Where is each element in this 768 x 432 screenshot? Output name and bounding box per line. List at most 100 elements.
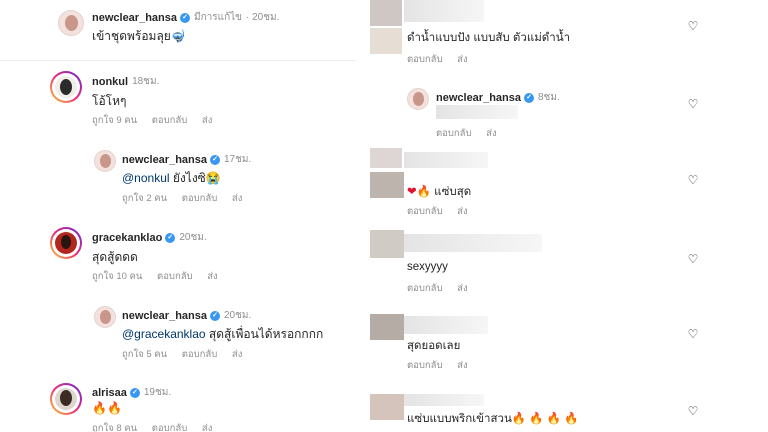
send-button[interactable]: ส่ง bbox=[202, 423, 212, 432]
comment-text: สุดยอดเลย bbox=[407, 340, 461, 352]
fire-emoji: 🔥 🔥 🔥 🔥 bbox=[511, 413, 579, 425]
heart-emoji: ❤ bbox=[407, 186, 417, 198]
reply-button[interactable]: ตอบกลับ bbox=[152, 423, 188, 432]
avatar[interactable] bbox=[94, 306, 116, 328]
edited-label: มีการแก้ไข bbox=[194, 12, 242, 23]
comment-time: 17ชม. bbox=[224, 154, 252, 165]
send-button[interactable]: ส่ง bbox=[232, 193, 242, 204]
blurred-username bbox=[404, 234, 542, 252]
blurred-avatar bbox=[370, 148, 402, 168]
comment-username[interactable]: newclear_hansa bbox=[122, 154, 207, 166]
send-button[interactable]: ส่ง bbox=[207, 271, 217, 282]
reply-item: newclear_hansa ✓ 20ชม. @gracekanklao สุด… bbox=[0, 296, 356, 366]
blurred-avatar bbox=[370, 0, 402, 26]
comment-text: สุดสู้ดดด bbox=[92, 250, 138, 264]
mention-link[interactable]: @nonkul bbox=[122, 171, 170, 185]
left-comments-panel: newclear_hansa ✓ มีการแก้ไข · 20ชม. เข้า… bbox=[0, 0, 362, 432]
comment-text: 🔥🔥 bbox=[92, 401, 122, 415]
comment-username[interactable]: newclear_hansa bbox=[92, 12, 177, 24]
avatar[interactable] bbox=[50, 71, 82, 103]
heart-outline-icon[interactable]: ♡ bbox=[686, 97, 700, 111]
heart-outline-icon[interactable]: ♡ bbox=[686, 327, 700, 341]
verified-badge-icon: ✓ bbox=[210, 310, 220, 321]
like-count[interactable]: ถูกใจ 10 คน bbox=[92, 271, 142, 282]
like-count[interactable]: ถูกใจ 9 คน bbox=[92, 115, 137, 126]
comment-item: สุดยอดเลย ตอบกลับ ส่ง ♡ bbox=[362, 306, 768, 378]
send-button[interactable]: ส่ง bbox=[457, 283, 467, 294]
like-count[interactable]: ถูกใจ 5 คน bbox=[122, 349, 167, 360]
comment-text: ดำน้ำแบบปัง แบบสับ ตัวแม่ดำน้ำ bbox=[407, 32, 571, 44]
verified-badge-icon: ✓ bbox=[129, 387, 140, 398]
heart-outline-icon[interactable]: ♡ bbox=[686, 19, 700, 33]
reply-button[interactable]: ตอบกลับ bbox=[182, 349, 218, 360]
comment-item: nonkul 18ชม. โอ้โหๆ ถูกใจ 9 คน ตอบกลับ ส… bbox=[0, 62, 356, 132]
reply-item: newclear_hansa ✓ 8ชม. ตอบกลับ ส่ง ♡ bbox=[362, 78, 768, 146]
verified-badge-icon: ✓ bbox=[165, 232, 176, 243]
comment-username[interactable]: alrisaa bbox=[92, 387, 127, 399]
reply-button[interactable]: ตอบกลับ bbox=[407, 206, 443, 217]
fire-emoji: 🔥 bbox=[416, 186, 431, 198]
send-button[interactable]: ส่ง bbox=[202, 115, 212, 126]
comment-username[interactable]: newclear_hansa bbox=[436, 92, 521, 104]
comment-item: alrisaa ✓ 19ชม. 🔥🔥 ถูกใจ 8 คน ตอบกลับ ส่… bbox=[0, 374, 356, 432]
comment-item: ดำน้ำแบบปัง แบบสับ ตัวแม่ดำน้ำ ตอบกลับ ส… bbox=[362, 0, 768, 72]
comment-item: ❤🔥 แซ่บสุด ตอบกลับ ส่ง ♡ bbox=[362, 146, 768, 222]
like-count[interactable]: ถูกใจ 8 คน bbox=[92, 423, 137, 432]
blurred-username bbox=[404, 0, 484, 22]
right-comments-panel: ดำน้ำแบบปัง แบบสับ ตัวแม่ดำน้ำ ตอบกลับ ส… bbox=[362, 0, 768, 432]
comment-text: sexyyyy bbox=[407, 261, 448, 273]
send-button[interactable]: ส่ง bbox=[457, 360, 467, 371]
blurred-username bbox=[404, 394, 484, 406]
avatar[interactable] bbox=[58, 10, 84, 36]
reply-button[interactable]: ตอบกลับ bbox=[157, 271, 193, 282]
blurred-avatar bbox=[370, 314, 404, 340]
comment-time: 20ชม. bbox=[179, 232, 207, 243]
comment-time: 8ชม. bbox=[538, 92, 560, 103]
comment-time: 19ชม. bbox=[143, 387, 172, 398]
comment-item: แซ่บแบบพริกเข้าสวน🔥 🔥 🔥 🔥 ♡ bbox=[362, 380, 768, 432]
avatar[interactable] bbox=[407, 88, 429, 110]
send-button[interactable]: ส่ง bbox=[457, 206, 467, 217]
avatar[interactable] bbox=[50, 227, 82, 259]
comment-text: ❤🔥 แซ่บสุด bbox=[407, 186, 472, 198]
blurred-username bbox=[404, 152, 488, 168]
reply-button[interactable]: ตอบกลับ bbox=[407, 283, 443, 294]
reply-button[interactable]: ตอบกลับ bbox=[436, 128, 472, 139]
heart-outline-icon[interactable]: ♡ bbox=[686, 252, 700, 266]
verified-badge-icon: ✓ bbox=[180, 12, 190, 23]
send-button[interactable]: ส่ง bbox=[232, 349, 242, 360]
comment-username[interactable]: gracekanklao bbox=[92, 232, 162, 244]
avatar[interactable] bbox=[94, 150, 116, 172]
comment-username[interactable]: nonkul bbox=[92, 76, 128, 88]
reply-button[interactable]: ตอบกลับ bbox=[407, 54, 443, 65]
comment-text: @gracekanklao สุดสู้เพื่อนได้หรอกกกก bbox=[122, 327, 324, 341]
heart-outline-icon[interactable]: ♡ bbox=[686, 173, 700, 187]
like-count[interactable]: ถูกใจ 2 คน bbox=[122, 193, 167, 204]
reply-item: newclear_hansa ✓ 17ชม. @nonkul ยังไงซิ😭 … bbox=[0, 140, 356, 210]
mention-link[interactable]: @gracekanklao bbox=[122, 327, 206, 341]
reply-button[interactable]: ตอบกลับ bbox=[182, 193, 218, 204]
send-button[interactable]: ส่ง bbox=[457, 54, 467, 65]
comment-text: แซ่บแบบพริกเข้าสวน🔥 🔥 🔥 🔥 bbox=[407, 413, 579, 425]
comment-time: 20ชม. bbox=[224, 310, 252, 321]
comment-username[interactable]: newclear_hansa bbox=[122, 310, 207, 322]
comment-text: เข้าชุดพร้อมลุย🤿 bbox=[92, 29, 186, 43]
comment-time: 18ชม. bbox=[132, 76, 160, 87]
comment-item: sexyyyy ตอบกลับ ส่ง ♡ bbox=[362, 226, 768, 302]
blurred-comment-text bbox=[436, 105, 518, 119]
reply-button[interactable]: ตอบกลับ bbox=[407, 360, 443, 371]
comment-text: โอ้โหๆ bbox=[92, 94, 127, 108]
verified-badge-icon: ✓ bbox=[210, 154, 220, 165]
comment-text: @nonkul ยังไงซิ😭 bbox=[122, 171, 221, 185]
blurred-avatar bbox=[370, 230, 404, 258]
verified-badge-icon: ✓ bbox=[524, 92, 534, 103]
reply-button[interactable]: ตอบกลับ bbox=[152, 115, 188, 126]
heart-outline-icon[interactable]: ♡ bbox=[686, 404, 700, 418]
send-button[interactable]: ส่ง bbox=[486, 128, 496, 139]
comment-item: gracekanklao ✓ 20ชม. สุดสู้ดดด ถูกใจ 10 … bbox=[0, 218, 356, 288]
comment-time: · 20ชม. bbox=[246, 12, 280, 23]
comment-item: newclear_hansa ✓ มีการแก้ไข · 20ชม. เข้า… bbox=[0, 0, 356, 58]
blurred-username bbox=[404, 316, 488, 334]
blurred-avatar bbox=[370, 394, 404, 420]
avatar[interactable] bbox=[50, 383, 82, 415]
